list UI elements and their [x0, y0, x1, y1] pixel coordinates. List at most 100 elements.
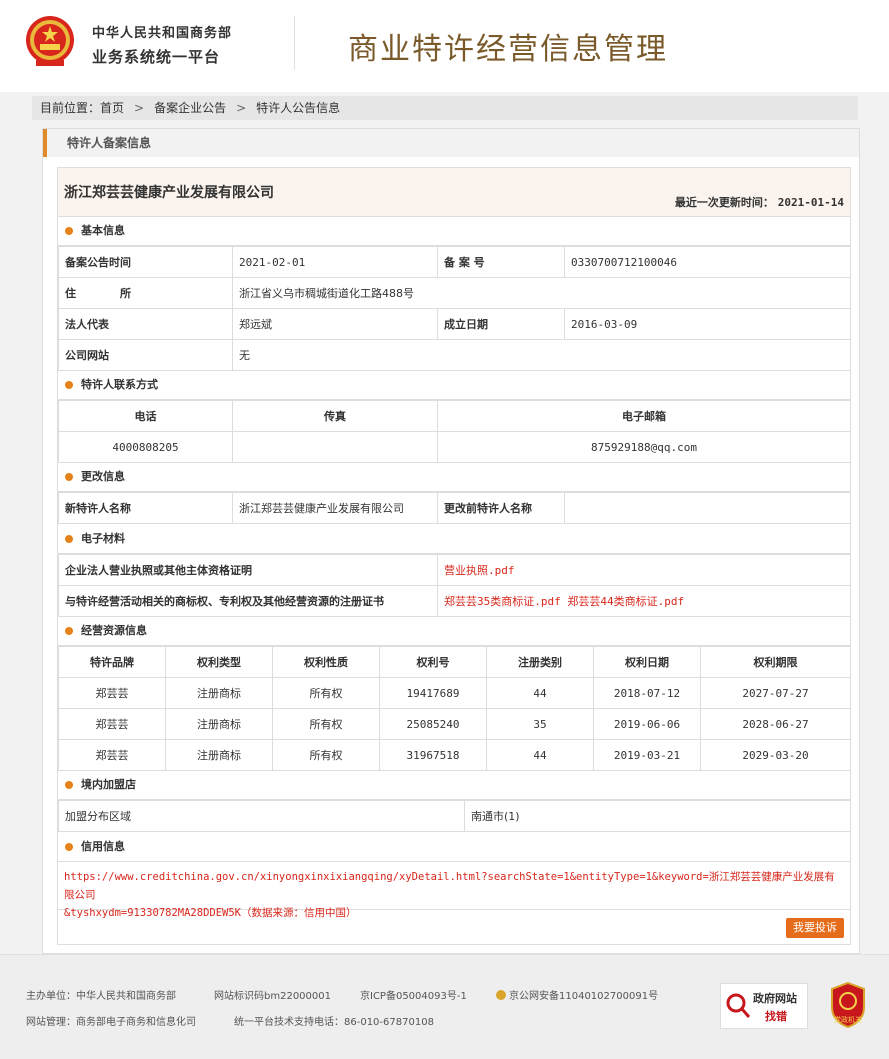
phone-value: 4000808205	[58, 431, 233, 463]
party-govt-badge[interactable]: 党政机关	[828, 981, 868, 1029]
table-header-row: 特许品牌 权利类型 权利性质 权利号 注册类别 权利日期 权利期限	[58, 646, 851, 678]
credit-link-line2: &tyshxydm=91330782MA28DDEW5K（数据来源：信用中国）	[64, 907, 357, 919]
national-emblem-icon	[26, 16, 74, 66]
footer-police-record[interactable]: 京公网安备11040102700091号	[496, 987, 658, 1002]
breadcrumb-filed-companies-link[interactable]: 备案企业公告	[154, 96, 226, 120]
column-header: 权利号	[379, 646, 487, 678]
trademark-44-file-link[interactable]: 郑芸芸44类商标证.pdf	[567, 595, 684, 608]
footer-icp-link[interactable]: 京ICP备05004093号-1	[360, 987, 467, 1002]
footer-support-phone: 统一平台技术支持电话：86-010-67870108	[234, 1017, 434, 1028]
table-row: 备案公告时间 2021-02-01 备 案 号 0330700712100046	[58, 246, 851, 278]
panel-title: 特许人备案信息	[43, 129, 859, 157]
breadcrumb-prefix: 目前位置：	[40, 101, 101, 115]
announce-time-value: 2021-02-01	[232, 246, 438, 278]
table-row: 郑芸芸 注册商标 所有权 31967518 44 2019-03-21 2029…	[58, 739, 851, 771]
section-title: 境内加盟店	[81, 778, 136, 791]
website-value: 无	[232, 339, 851, 371]
email-value: 875929188@qq.com	[437, 431, 851, 463]
section-change-info: 更改信息	[58, 462, 850, 492]
table-row: 企业法人营业执照或其他主体资格证明 营业执照.pdf	[58, 554, 851, 586]
table-cell: 2018-07-12	[593, 677, 701, 709]
table-cell: 2028-06-27	[700, 708, 851, 740]
police-badge-icon	[496, 990, 506, 1000]
section-title: 特许人联系方式	[81, 378, 158, 391]
basic-info-table: 备案公告时间 2021-02-01 备 案 号 0330700712100046…	[58, 246, 851, 371]
table-row: 加盟分布区域 南通市(1)	[58, 800, 851, 832]
site-footer: 主办单位：中华人民共和国商务部 网站标识码bm22000001 京ICP备050…	[0, 954, 889, 1059]
org-name-line2: 业务系统统一平台	[92, 48, 221, 66]
column-header: 特许品牌	[58, 646, 166, 678]
column-header: 权利类型	[165, 646, 273, 678]
table-row: 住 所 浙江省义乌市稠城街道化工路488号	[58, 277, 851, 309]
table-row: 郑芸芸 注册商标 所有权 25085240 35 2019-06-06 2028…	[58, 708, 851, 740]
section-title: 基本信息	[81, 224, 125, 237]
website-label: 公司网站	[58, 339, 233, 371]
old-name-label: 更改前特许人名称	[437, 492, 565, 524]
breadcrumb-separator-icon: >	[134, 101, 145, 115]
table-cell: 19417689	[379, 677, 487, 709]
find-error-line1: 政府网站	[753, 992, 797, 1005]
bullet-icon	[65, 473, 73, 481]
table-cell: 郑芸芸	[58, 739, 166, 771]
address-value: 浙江省义乌市稠城街道化工路488号	[232, 277, 851, 309]
header-divider	[294, 16, 295, 70]
bullet-icon	[65, 227, 73, 235]
table-cell: 2029-03-20	[700, 739, 851, 771]
column-header: 权利性质	[272, 646, 380, 678]
find-error-button[interactable]: 政府网站 找错	[720, 983, 808, 1029]
footer-manager: 网站管理：商务部电子商务和信息化司	[26, 1017, 196, 1028]
table-cell: 注册商标	[165, 708, 273, 740]
section-domestic-stores: 境内加盟店	[58, 770, 850, 800]
section-title: 信用信息	[81, 840, 125, 853]
company-header: 浙江郑芸芸健康产业发展有限公司 最近一次更新时间： 2021-01-14	[58, 168, 850, 217]
last-update-label: 最近一次更新时间：	[674, 196, 774, 209]
section-contact: 特许人联系方式	[58, 370, 850, 400]
table-cell: 注册商标	[165, 739, 273, 771]
address-label: 住 所	[58, 277, 233, 309]
domestic-table: 加盟分布区域 南通市(1)	[58, 800, 851, 832]
page-title: 商业特许经营信息管理	[348, 32, 668, 67]
section-materials: 电子材料	[58, 524, 850, 554]
find-error-line2: 找错	[765, 1010, 787, 1023]
table-cell: 所有权	[272, 739, 380, 771]
company-name: 浙江郑芸芸健康产业发展有限公司	[64, 185, 274, 201]
table-cell: 注册商标	[165, 677, 273, 709]
bullet-icon	[65, 781, 73, 789]
complain-button[interactable]: 我要投诉	[786, 918, 844, 938]
section-credit: 信用信息	[58, 832, 850, 862]
footer-host: 主办单位：中华人民共和国商务部	[26, 991, 176, 1002]
franchisor-card: 浙江郑芸芸健康产业发展有限公司 最近一次更新时间： 2021-01-14 基本信…	[57, 167, 851, 945]
bullet-icon	[65, 381, 73, 389]
bullet-icon	[65, 843, 73, 851]
column-header: 电子邮箱	[437, 400, 851, 432]
section-title: 更改信息	[81, 470, 125, 483]
breadcrumb-current: 特许人公告信息	[256, 101, 341, 115]
fax-value	[232, 431, 438, 463]
license-file-link[interactable]: 营业执照.pdf	[437, 554, 851, 586]
table-cell: 郑芸芸	[58, 677, 166, 709]
table-cell: 44	[486, 739, 594, 771]
table-cell: 2027-07-27	[700, 677, 851, 709]
table-row: 4000808205 875929188@qq.com	[58, 431, 851, 463]
section-basic-info: 基本信息	[58, 216, 850, 246]
table-row: 郑芸芸 注册商标 所有权 19417689 44 2018-07-12 2027…	[58, 677, 851, 709]
contact-table: 电话 传真 电子邮箱 4000808205 875929188@qq.com	[58, 400, 851, 463]
footer-site-code: 网站标识码bm22000001	[214, 991, 331, 1002]
trademark-35-file-link[interactable]: 郑芸芸35类商标证.pdf	[444, 595, 561, 608]
table-row: 与特许经营活动相关的商标权、专利权及其他经营资源的注册证书 郑芸芸35类商标证.…	[58, 585, 851, 617]
column-header: 传真	[232, 400, 438, 432]
credit-link[interactable]: https://www.creditchina.gov.cn/xinyongxi…	[58, 862, 850, 919]
legal-rep-value: 郑远斌	[232, 308, 438, 340]
section-title: 经营资源信息	[81, 624, 147, 637]
license-label: 企业法人营业执照或其他主体资格证明	[58, 554, 438, 586]
legal-rep-label: 法人代表	[58, 308, 233, 340]
materials-table: 企业法人营业执照或其他主体资格证明 营业执照.pdf 与特许经营活动相关的商标权…	[58, 554, 851, 617]
certificate-label: 与特许经营活动相关的商标权、专利权及其他经营资源的注册证书	[58, 585, 438, 617]
old-name-value	[564, 492, 851, 524]
breadcrumb-home-link[interactable]: 首页	[100, 96, 124, 120]
breadcrumb-separator-icon: >	[236, 101, 247, 115]
section-title: 电子材料	[81, 532, 125, 545]
site-header: 中华人民共和国商务部 业务系统统一平台 商业特许经营信息管理	[0, 0, 889, 92]
badge-text: 党政机关	[834, 1016, 862, 1024]
founded-value: 2016-03-09	[564, 308, 851, 340]
